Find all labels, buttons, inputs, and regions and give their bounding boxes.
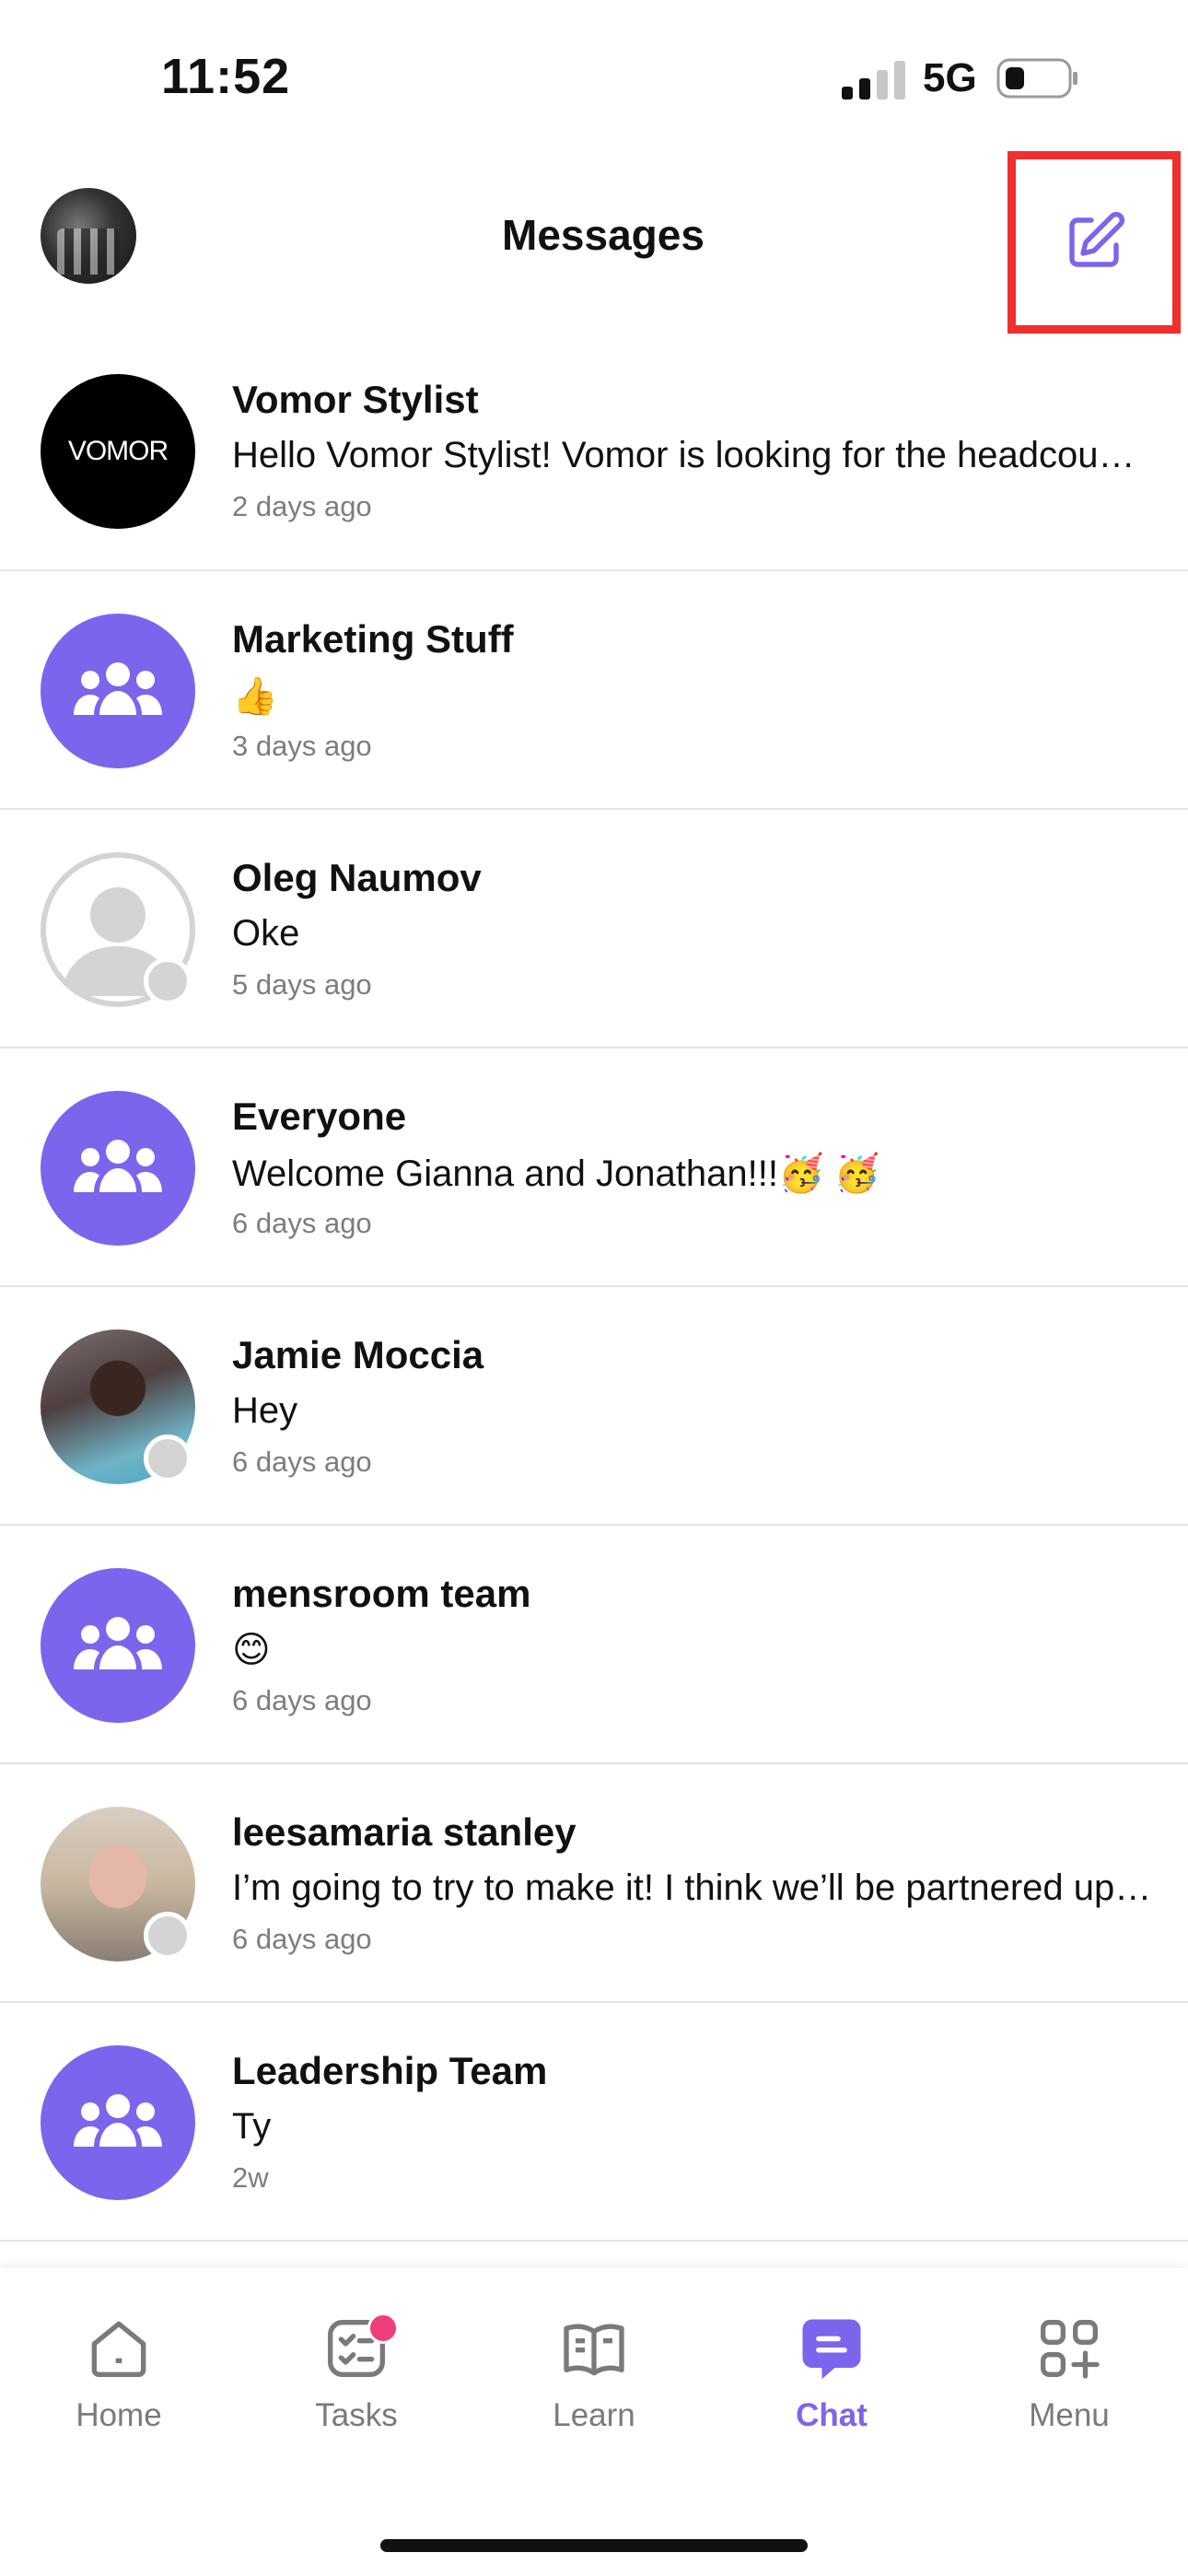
- tab-menu[interactable]: Menu: [977, 2307, 1161, 2434]
- presence-indicator: [144, 1912, 192, 1960]
- tab-label: Tasks: [315, 2397, 398, 2433]
- conversation-time: 2w: [232, 2161, 269, 2194]
- conversation-name: Jamie Moccia: [232, 1333, 484, 1376]
- conversation-name: leesamaria stanley: [232, 1810, 577, 1854]
- menu-grid-icon: [1041, 2320, 1100, 2379]
- signal-icon: [842, 61, 905, 100]
- conversation-row[interactable]: leesamaria stanley I’m going to try to m…: [0, 1764, 1188, 2003]
- conversation-time: 6 days ago: [232, 1684, 372, 1716]
- tab-learn[interactable]: Learn: [502, 2307, 686, 2434]
- tab-label: Home: [76, 2397, 162, 2433]
- conversation-row[interactable]: Everyone Welcome Gianna and Jonathan!!!🥳…: [0, 1048, 1188, 1287]
- group-avatar: [41, 2045, 195, 2200]
- conversation-name: Marketing Stuff: [232, 617, 514, 661]
- conversation-row[interactable]: Marketing Stuff 👍 3 days ago: [0, 571, 1188, 810]
- group-icon: [74, 662, 162, 715]
- group-icon: [74, 2094, 162, 2147]
- conversation-list: VOMOR Vomor Stylist Hello Vomor Stylist!…: [0, 332, 1188, 2242]
- conversation-name: Leadership Team: [232, 2049, 548, 2092]
- status-time: 11:52: [161, 49, 291, 104]
- conversation-name: Oleg Naumov: [232, 856, 482, 899]
- conversation-time: 2 days ago: [232, 490, 372, 522]
- home-icon: [91, 2321, 146, 2377]
- presence-indicator: [144, 1434, 192, 1482]
- tab-chat[interactable]: Chat: [740, 2307, 924, 2434]
- book-icon: [564, 2324, 624, 2376]
- presence-indicator: [144, 957, 192, 1005]
- chat-icon: [802, 2319, 861, 2380]
- conversation-time: 6 days ago: [232, 1446, 372, 1478]
- conversation-name: mensroom team: [232, 1572, 531, 1615]
- conversation-preview: Ty: [232, 2106, 272, 2147]
- battery-icon: [996, 58, 1077, 99]
- tab-label: Learn: [553, 2397, 635, 2433]
- home-indicator: [380, 2539, 808, 2552]
- tab-label: Chat: [796, 2397, 868, 2433]
- tab-label: Menu: [1029, 2397, 1110, 2433]
- logo-text: VOMOR: [67, 436, 169, 466]
- conversation-preview: I’m going to try to make it! I think we’…: [232, 1868, 1153, 1908]
- tab-bar: Home Tasks Learn Chat Menu: [0, 2268, 1188, 2576]
- group-avatar: [41, 614, 195, 768]
- conversation-time: 6 days ago: [232, 1923, 372, 1955]
- header: Messages: [0, 147, 1188, 334]
- compose-button[interactable]: [1007, 151, 1181, 334]
- conversation-preview: Welcome Gianna and Jonathan!!!🥳 🥳: [232, 1153, 880, 1194]
- group-avatar: [41, 1091, 195, 1246]
- group-icon: [74, 1617, 162, 1669]
- conversation-row[interactable]: VOMOR Vomor Stylist Hello Vomor Stylist!…: [0, 332, 1188, 571]
- network-label: 5G: [923, 55, 977, 100]
- conversation-row[interactable]: Jamie Moccia Hey 6 days ago: [0, 1287, 1188, 1526]
- notification-badge: [367, 2313, 399, 2344]
- conversation-preview: Hey: [232, 1390, 298, 1431]
- compose-icon: [1069, 212, 1124, 267]
- conversation-preview: 👍: [232, 676, 278, 717]
- vomor-logo-avatar: VOMOR: [41, 374, 195, 529]
- conversation-time: 6 days ago: [232, 1207, 372, 1239]
- conversation-preview: Hello Vomor Stylist! Vomor is looking fo…: [232, 435, 1153, 475]
- conversation-time: 3 days ago: [232, 730, 372, 762]
- status-bar: 11:52 5G: [0, 0, 1188, 147]
- conversation-preview: 😊: [232, 1630, 271, 1670]
- group-icon: [74, 1140, 162, 1192]
- conversation-row[interactable]: Leadership Team Ty 2w: [0, 2003, 1188, 2242]
- conversation-time: 5 days ago: [232, 968, 372, 1001]
- tab-tasks[interactable]: Tasks: [264, 2307, 448, 2434]
- group-avatar: [41, 1568, 195, 1723]
- tab-home[interactable]: Home: [27, 2307, 211, 2434]
- conversation-name: Everyone: [232, 1095, 407, 1138]
- conversation-name: Vomor Stylist: [232, 378, 479, 421]
- conversation-preview: Oke: [232, 913, 300, 954]
- conversation-row[interactable]: Oleg Naumov Oke 5 days ago: [0, 810, 1188, 1048]
- conversation-row[interactable]: mensroom team 😊 6 days ago: [0, 1526, 1188, 1764]
